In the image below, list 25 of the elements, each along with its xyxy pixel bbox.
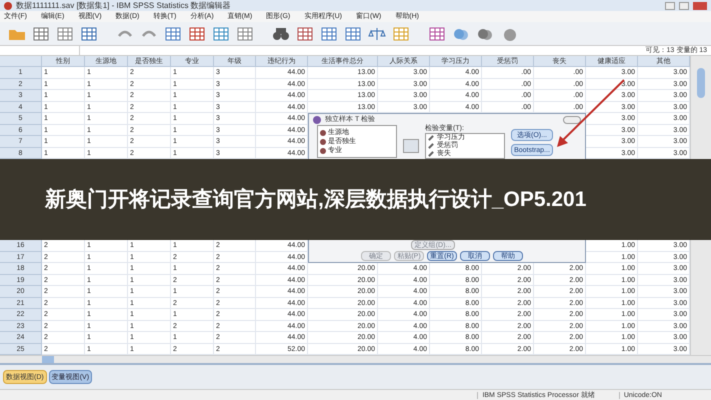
grid-icon[interactable] <box>236 26 254 42</box>
corner-cell <box>0 56 42 67</box>
horizontal-scrollbar[interactable] <box>42 356 54 363</box>
grid-icon[interactable] <box>80 26 98 42</box>
grid-icon[interactable] <box>296 26 314 42</box>
dialog-icon <box>313 116 321 124</box>
app-icon <box>4 2 12 10</box>
minimize-icon[interactable] <box>665 2 675 10</box>
grid-icon[interactable] <box>32 26 50 42</box>
binoculars-icon[interactable] <box>272 26 290 42</box>
grid-icon[interactable] <box>212 26 230 42</box>
maximize-icon[interactable] <box>679 2 689 10</box>
grid-icon[interactable] <box>344 26 362 42</box>
grid-icon[interactable] <box>428 26 446 42</box>
banner-title: 新奥门开将记录查询官方网站,深层数据执行设计_OP5.201 <box>45 186 588 212</box>
arrow-button[interactable] <box>403 139 419 153</box>
grid-icon[interactable] <box>164 26 182 42</box>
grid-icon[interactable] <box>392 26 410 42</box>
grid-icon[interactable] <box>56 26 74 42</box>
grid-icon[interactable] <box>188 26 206 42</box>
vertical-scrollbar[interactable] <box>690 56 711 159</box>
window-title: 数据1111111.sav [数据集1] - IBM SPSS Statistics 数据编辑器 <box>16 2 231 10</box>
grid-icon[interactable] <box>320 26 338 42</box>
scale-icon[interactable] <box>368 26 386 42</box>
scroll-thumb[interactable] <box>697 68 705 98</box>
